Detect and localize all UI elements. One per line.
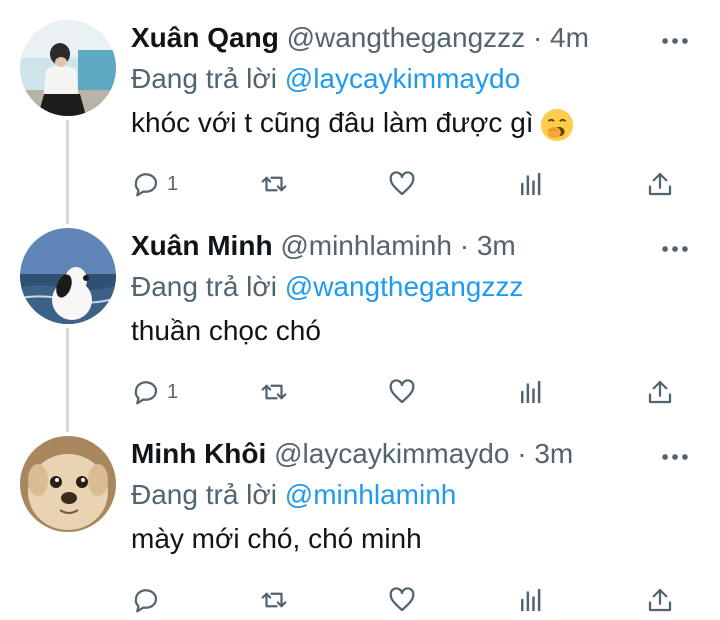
analytics-icon — [521, 172, 541, 196]
retweet-button[interactable] — [259, 372, 289, 412]
avatar[interactable] — [20, 20, 116, 116]
more-icon[interactable] — [658, 232, 692, 266]
reply-button[interactable]: 1 — [131, 164, 178, 204]
timestamp[interactable]: 3m — [477, 230, 516, 261]
tweet[interactable]: Xuân Qang @wangthegangzzz · 4m Đang trả … — [0, 0, 720, 216]
like-button[interactable] — [387, 372, 417, 412]
replying-to-label: Đang trả lời — [131, 271, 277, 302]
replying-to-label: Đang trả lời — [131, 63, 277, 94]
analytics-icon — [521, 380, 541, 404]
user-handle[interactable]: @minhlaminh — [280, 230, 452, 261]
reply-count: 1 — [167, 380, 179, 403]
tweet-text-body: mày mới chó, chó minh — [131, 523, 422, 554]
share-icon — [648, 380, 672, 404]
mention-link[interactable]: @laycaykimmaydo — [285, 63, 520, 94]
timestamp[interactable]: 4m — [550, 22, 589, 53]
tweet-text: mày mới chó, chó minh — [131, 516, 700, 562]
share-button[interactable] — [645, 372, 675, 412]
reply-icon — [134, 589, 158, 613]
analytics-button[interactable] — [516, 372, 546, 412]
retweet-icon — [261, 384, 287, 400]
tweet-text: khóc với t cũng đâu làm được gì — [131, 100, 700, 146]
timestamp[interactable]: 3m — [534, 438, 573, 469]
analytics-button[interactable] — [516, 580, 546, 620]
replying-to-label: Đang trả lời — [131, 479, 277, 510]
share-button[interactable] — [645, 580, 675, 620]
share-button[interactable] — [645, 164, 675, 204]
like-icon — [389, 379, 415, 404]
replying-to: Đang trả lời @wangthegangzzz — [131, 266, 700, 308]
tweet-text-body: thuần chọc chó — [131, 315, 321, 346]
display-name[interactable]: Xuân Minh — [131, 230, 273, 261]
display-name[interactable]: Xuân Qang — [131, 22, 279, 53]
like-icon — [389, 587, 415, 612]
reply-button[interactable] — [131, 580, 167, 620]
mention-link[interactable]: @minhlaminh — [285, 479, 457, 510]
analytics-button[interactable] — [516, 164, 546, 204]
replying-to: Đang trả lời @laycaykimmaydo — [131, 58, 700, 100]
retweet-icon — [261, 176, 287, 192]
separator: · — [532, 22, 543, 53]
replying-to: Đang trả lời @minhlaminh — [131, 474, 700, 516]
tweet[interactable]: Minh Khôi @laycaykimmaydo · 3m Đang trả … — [0, 416, 720, 620]
tweet[interactable]: Xuân Minh @minhlaminh · 3m Đang trả lời … — [0, 208, 720, 416]
share-icon — [648, 172, 672, 196]
reply-icon — [134, 381, 158, 405]
user-handle[interactable]: @laycaykimmaydo — [274, 438, 509, 469]
mention-link[interactable]: @wangthegangzzz — [285, 271, 524, 302]
reply-button[interactable]: 1 — [131, 372, 178, 412]
tweet-text: thuần chọc chó — [131, 308, 700, 354]
yawning-face-icon — [540, 108, 573, 141]
like-button[interactable] — [387, 164, 417, 204]
share-icon — [648, 588, 672, 612]
avatar[interactable] — [20, 228, 116, 324]
retweet-icon — [261, 592, 287, 608]
separator: · — [517, 438, 527, 469]
avatar[interactable] — [20, 436, 116, 532]
like-button[interactable] — [387, 580, 417, 620]
reply-icon — [134, 173, 158, 197]
like-icon — [389, 171, 415, 196]
more-icon[interactable] — [658, 24, 692, 58]
reply-count: 1 — [167, 172, 179, 195]
retweet-button[interactable] — [259, 164, 289, 204]
retweet-button[interactable] — [259, 580, 289, 620]
analytics-icon — [521, 588, 541, 612]
more-icon[interactable] — [658, 440, 692, 474]
tweet-text-body: khóc với t cũng đâu làm được gì — [131, 107, 534, 138]
display-name[interactable]: Minh Khôi — [131, 438, 266, 469]
user-handle[interactable]: @wangthegangzzz — [287, 22, 526, 53]
separator: · — [459, 230, 470, 261]
